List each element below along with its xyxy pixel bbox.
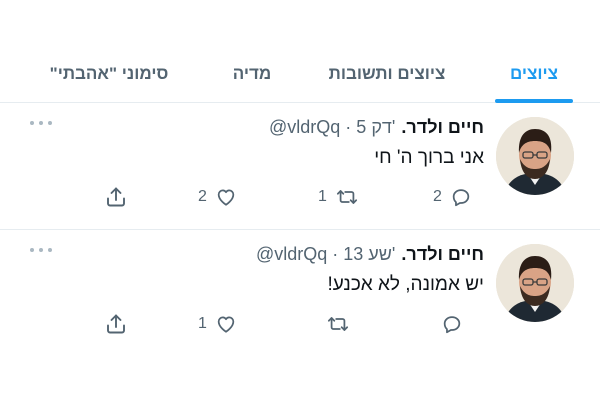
handle-and-time: @vldrQq · 5 דק' [269, 117, 395, 138]
tab-label: ציוצים [510, 64, 558, 83]
reply-count: 2 [433, 188, 442, 205]
retweet-icon [336, 190, 357, 204]
tweet[interactable]: חיים ולדר. @vldrQq · 5 דק' אני ברוך ה' ח… [0, 103, 600, 230]
retweet-button[interactable]: 1 [318, 185, 359, 209]
share-button[interactable] [104, 185, 128, 209]
tab-label: סימוני "אהבתי" [49, 64, 169, 83]
avatar-photo [496, 117, 574, 195]
tab-likes[interactable]: סימוני "אהבתי" [14, 46, 204, 102]
separator-dot: · [332, 243, 339, 264]
avatar[interactable] [496, 244, 574, 322]
tab-media[interactable]: מדיה [222, 46, 282, 102]
tab-label: ציוצים ותשובות [328, 64, 446, 83]
share-button[interactable] [104, 312, 128, 336]
tweet[interactable]: חיים ולדר. @vldrQq · 13 שע' יש אמונה, לא… [0, 230, 600, 356]
like-button[interactable]: 1 [198, 312, 237, 336]
retweet-count: 1 [318, 188, 327, 205]
profile-tabs: ציוצים ציוצים ותשובות מדיה סימוני "אהבתי… [0, 46, 600, 103]
author-handle[interactable]: @vldrQq [256, 244, 327, 265]
tweet-text: יש אמונה, לא אכנע! [327, 274, 484, 295]
tweet-time[interactable]: 13 שע' [343, 244, 395, 265]
share-icon [107, 187, 125, 207]
like-count: 2 [198, 188, 207, 205]
reply-button[interactable]: 2 [433, 185, 472, 209]
separator-dot: · [345, 116, 352, 137]
tweet-header: חיים ולדר. @vldrQq · 13 שע' [256, 242, 484, 266]
tweet-actions: 2 1 2 [0, 185, 600, 209]
heart-icon [217, 316, 235, 333]
tab-tweets-and-replies[interactable]: ציוצים ותשובות [312, 46, 462, 102]
profile-timeline: ציוצים ציוצים ותשובות מדיה סימוני "אהבתי… [0, 0, 600, 400]
retweet-button[interactable] [318, 312, 350, 336]
retweet-icon [327, 317, 349, 331]
more-icon[interactable] [30, 244, 52, 256]
reply-icon [452, 189, 470, 207]
tweet-header: חיים ולדר. @vldrQq · 5 דק' [269, 115, 484, 139]
avatar[interactable] [496, 117, 574, 195]
reply-icon [443, 316, 461, 334]
heart-icon [217, 189, 235, 206]
tweet-text: אני ברוך ה' חי [374, 147, 484, 168]
like-count: 1 [198, 315, 207, 332]
author-name[interactable]: חיים ולדר. [401, 244, 484, 265]
avatar-photo [496, 244, 574, 322]
tweet-time[interactable]: 5 דק' [356, 117, 395, 138]
like-button[interactable]: 2 [198, 185, 237, 209]
author-handle[interactable]: @vldrQq [269, 117, 340, 138]
tweet-actions: 1 [0, 312, 600, 336]
more-icon[interactable] [30, 117, 52, 129]
tab-label: מדיה [232, 64, 272, 83]
author-name[interactable]: חיים ולדר. [401, 117, 484, 138]
reply-button[interactable] [433, 312, 463, 336]
tab-tweets[interactable]: ציוצים [484, 46, 584, 103]
share-icon [107, 314, 125, 334]
handle-and-time: @vldrQq · 13 שע' [256, 244, 395, 265]
